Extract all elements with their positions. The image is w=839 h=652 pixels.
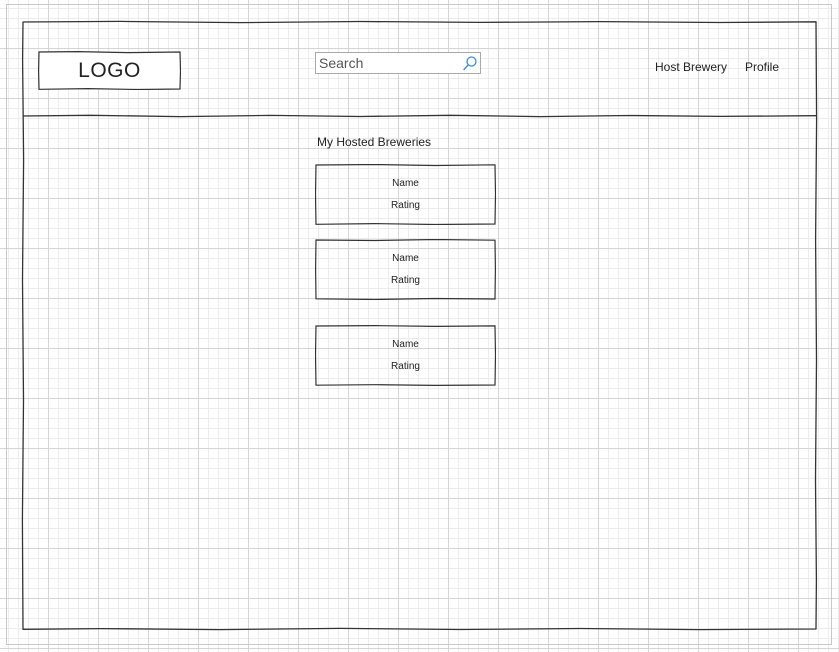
brewery-card[interactable]: Name Rating — [315, 164, 496, 225]
card-frame — [315, 325, 496, 386]
brewery-name: Name — [392, 339, 419, 350]
logo-text: LOGO — [78, 58, 141, 82]
logo[interactable]: LOGO — [38, 51, 181, 90]
brewery-name: Name — [392, 178, 419, 189]
brewery-name: Name — [392, 253, 419, 264]
search-box[interactable] — [315, 52, 481, 74]
section-title: My Hosted Breweries — [317, 135, 432, 149]
brewery-rating: Rating — [391, 361, 420, 372]
brewery-rating: Rating — [391, 275, 420, 286]
nav-host-brewery[interactable]: Host Brewery — [655, 60, 727, 74]
brewery-card[interactable]: Name Rating — [315, 239, 496, 300]
brewery-rating: Rating — [391, 200, 420, 211]
card-frame — [315, 239, 496, 300]
search-input[interactable] — [316, 54, 459, 72]
brewery-card[interactable]: Name Rating — [315, 325, 496, 386]
nav-profile[interactable]: Profile — [745, 60, 779, 74]
search-icon[interactable] — [462, 55, 478, 71]
card-frame — [315, 164, 496, 225]
